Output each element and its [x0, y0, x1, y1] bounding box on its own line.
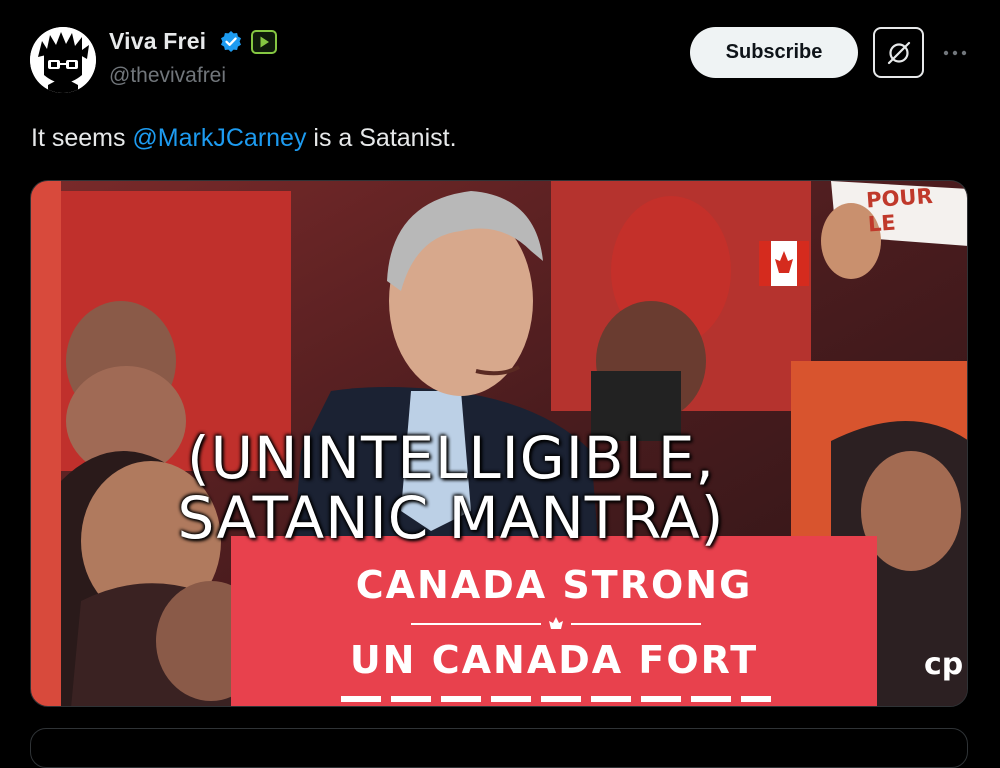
podium-text-line-2: UN CANADA FORT — [349, 638, 759, 682]
more-options-button[interactable] — [938, 38, 972, 68]
verified-badge-icon — [219, 30, 243, 54]
tweet-text-suffix: is a Satanist. — [306, 124, 457, 152]
sign-text: POUR LE — [865, 183, 934, 237]
subscribe-button[interactable]: Subscribe — [690, 27, 858, 78]
next-card-edge — [30, 728, 968, 768]
grok-icon — [887, 41, 910, 64]
caption-line-2: SATANIC MANTRA) — [177, 484, 725, 552]
podium-text-line-1: CANADA STRONG — [355, 563, 753, 607]
tweet-text: It seems @MarkJCarney is a Satanist. — [31, 124, 457, 153]
user-handle[interactable]: @thevivafrei — [109, 64, 226, 88]
video-caption: (UNINTELLIGIBLE, SATANIC MANTRA) — [31, 428, 871, 548]
tweet-text-prefix: It seems — [31, 124, 133, 152]
video-media[interactable]: POUR LE cp CANADA STRONG UN CANADA FORT … — [30, 180, 968, 707]
more-icon — [943, 50, 967, 56]
mention-link[interactable]: @MarkJCarney — [132, 124, 306, 152]
grok-button[interactable] — [873, 27, 924, 78]
caption-line-1: (UNINTELLIGIBLE, — [186, 424, 715, 492]
rumble-badge-icon[interactable] — [251, 30, 277, 54]
cartoon-face-avatar — [30, 27, 96, 93]
display-name[interactable]: Viva Frei — [109, 28, 206, 55]
background-text: cp — [924, 647, 964, 682]
avatar[interactable] — [30, 27, 96, 93]
